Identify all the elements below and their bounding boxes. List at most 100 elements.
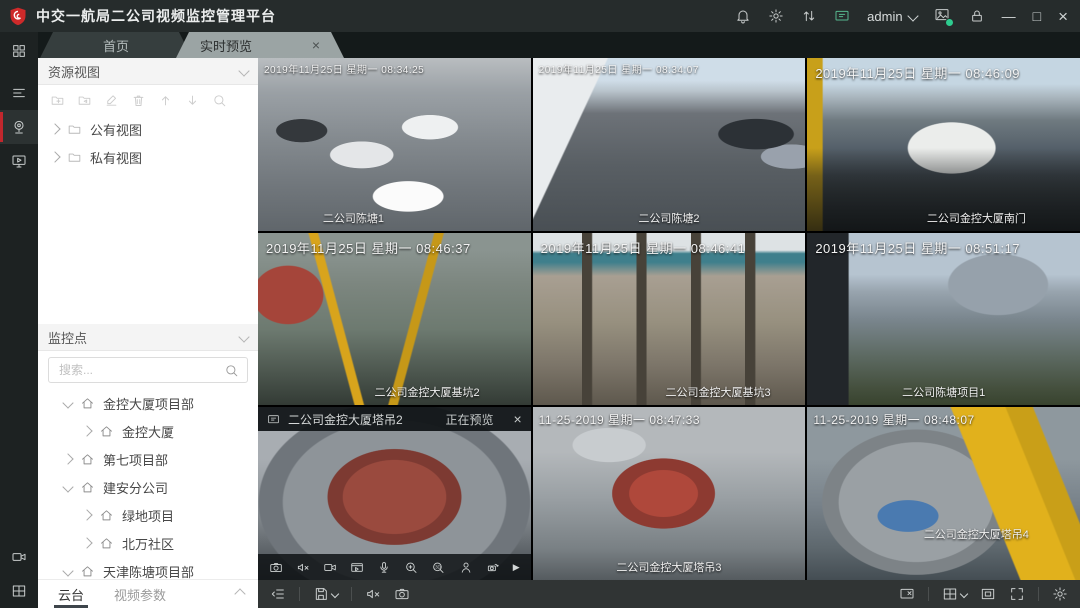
chevron-down-icon <box>907 10 918 21</box>
resource-view-header[interactable]: 资源视图 <box>38 58 258 85</box>
chevron-down-icon <box>238 65 249 76</box>
tree-item-private-views[interactable]: 私有视图 <box>38 143 258 171</box>
divider <box>928 587 929 601</box>
tab-video-params[interactable]: 视频参数 <box>114 580 166 608</box>
tree-item-label: 金控大厦 <box>122 422 174 441</box>
tab-ptz[interactable]: 云台 <box>58 580 84 608</box>
chevron-down-icon <box>62 565 73 576</box>
record-icon[interactable] <box>323 560 337 575</box>
search-icon[interactable] <box>224 363 239 378</box>
video-cell-3[interactable]: 2019年11月25日 星期一 08:46:09 二公司金控大厦南门 <box>807 58 1080 231</box>
save-view-button[interactable] <box>313 586 338 602</box>
resource-toolbar <box>38 85 258 115</box>
snapshot-all-icon[interactable] <box>394 586 410 602</box>
maximize-button[interactable]: □ <box>1033 9 1041 23</box>
more-arrow-icon[interactable]: ▶ <box>513 562 520 573</box>
video-cell-8[interactable]: 11-25-2019 星期一 08:47:33 二公司金控大厦塔吊3 <box>533 407 806 580</box>
tab-close-icon[interactable]: × <box>312 37 320 53</box>
close-all-screens-icon[interactable] <box>899 586 915 602</box>
video-cell-4[interactable]: 2019年11月25日 星期一 08:46:37 二公司金控大厦基坑2 <box>258 233 531 406</box>
live-view-camera-button[interactable] <box>0 110 38 144</box>
new-group-folder-icon[interactable] <box>50 93 65 108</box>
move-down-icon[interactable] <box>185 93 200 108</box>
tree-item-label: 私有视图 <box>90 148 142 167</box>
monitor-points-header[interactable]: 监控点 <box>38 324 258 351</box>
zoom-in-icon[interactable] <box>404 560 418 575</box>
video-cell-5[interactable]: 2019年11月25日 星期一 08:46:41 二公司金控大厦基坑3 <box>533 233 806 406</box>
tree-item-label: 北万社区 <box>122 534 174 553</box>
lock-screen-icon[interactable] <box>969 8 985 24</box>
tree-item-beiwan-community[interactable]: 北万社区 <box>38 529 258 557</box>
mute-icon[interactable] <box>296 560 310 575</box>
divider <box>1038 587 1039 601</box>
home-icon <box>80 396 95 411</box>
layout-select-button[interactable] <box>942 586 967 602</box>
left-icon-strip <box>0 32 38 608</box>
video-cell-9[interactable]: 11-25-2019 星期一 08:48:07 二公司金控大厦塔吊4 <box>807 407 1080 580</box>
tree-item-public-views[interactable]: 公有视图 <box>38 115 258 143</box>
tab-live-label: 实时预览 <box>200 36 252 55</box>
tree-item-jianan-branch[interactable]: 建安分公司 <box>38 473 258 501</box>
video-cell-2[interactable]: 2019年11月25日 星期一 08:34:07 二公司陈塘2 <box>533 58 806 231</box>
instant-playback-icon[interactable] <box>350 560 364 575</box>
add-screen-button[interactable] <box>0 574 38 608</box>
close-video-icon[interactable]: × <box>513 411 521 427</box>
ptz-control-icon[interactable] <box>486 560 500 575</box>
camera-name-label: 二公司金控大厦南门 <box>927 210 1026 226</box>
layout-grid-icon <box>942 586 958 602</box>
search-input[interactable] <box>57 362 218 378</box>
online-status-dot <box>945 18 954 27</box>
settings-gear-icon[interactable] <box>1052 586 1068 602</box>
fullscreen-icon[interactable] <box>1009 586 1025 602</box>
tree-item-greenland-project[interactable]: 绿地项目 <box>38 501 258 529</box>
apps-grid-button[interactable] <box>0 34 38 68</box>
camera-name-label: 二公司金控大厦塔吊4 <box>924 526 1029 542</box>
screen-status-icon[interactable] <box>834 8 850 24</box>
divider <box>351 587 352 601</box>
avatar[interactable] <box>934 7 952 25</box>
menu-list-button[interactable] <box>0 76 38 110</box>
minimize-button[interactable]: — <box>1002 9 1016 23</box>
search-icon[interactable] <box>212 93 227 108</box>
camera-name-label: 二公司陈塘2 <box>638 210 699 226</box>
new-view-folder-icon[interactable] <box>77 93 92 108</box>
tab-live-preview[interactable]: 实时预览 × <box>176 32 344 58</box>
audio-mute-icon[interactable] <box>365 586 381 602</box>
tab-home[interactable]: 首页 <box>40 32 192 58</box>
home-icon <box>99 508 114 523</box>
playback-button[interactable] <box>0 144 38 178</box>
stop-all-collapse-icon[interactable] <box>270 586 286 602</box>
video-timestamp: 11-25-2019 星期一 08:48:07 <box>813 411 974 428</box>
close-button[interactable]: × <box>1058 8 1068 25</box>
preset-position-icon[interactable] <box>459 560 473 575</box>
tree-item-label: 绿地项目 <box>122 506 174 525</box>
tree-item-seventh-project[interactable]: 第七项目部 <box>38 445 258 473</box>
settings-gear-icon[interactable] <box>768 8 784 24</box>
video-cell-7-selected[interactable]: 二公司金控大厦塔吊2 正在预览 × ▶ <box>258 407 531 580</box>
single-screen-icon[interactable] <box>980 586 996 602</box>
edit-icon[interactable] <box>104 93 119 108</box>
chevron-down-icon <box>960 590 968 598</box>
app-title: 中交一航局二公司视频监控管理平台 <box>36 6 276 26</box>
video-cell-6[interactable]: 2019年11月25日 星期一 08:51:17 二公司陈塘项目1 <box>807 233 1080 406</box>
move-up-icon[interactable] <box>158 93 173 108</box>
alarm-bell-icon[interactable] <box>735 8 751 24</box>
tree-item-jinkong-building[interactable]: 金控大厦 <box>38 417 258 445</box>
title-bar: 中交一航局二公司视频监控管理平台 admin — □ × <box>0 0 1080 32</box>
video-wall-button[interactable] <box>0 540 38 574</box>
tree-item-label: 公有视图 <box>90 120 142 139</box>
save-icon <box>313 586 329 602</box>
zoom-3d-icon[interactable] <box>431 560 445 575</box>
talk-mic-icon[interactable] <box>377 560 391 575</box>
data-transfer-icon[interactable] <box>801 8 817 24</box>
tree-item-jinkong-project[interactable]: 金控大厦项目部 <box>38 389 258 417</box>
camera-name-label: 二公司金控大厦塔吊3 <box>616 559 721 575</box>
video-cell-1[interactable]: 2019年11月25日 星期一 08:34:25 二公司陈塘1 <box>258 58 531 231</box>
user-menu[interactable]: admin <box>867 9 916 24</box>
delete-trash-icon[interactable] <box>131 93 146 108</box>
chevron-up-icon[interactable] <box>234 588 245 599</box>
monitor-icon <box>267 413 280 426</box>
snapshot-icon[interactable] <box>269 560 283 575</box>
tree-item-label: 第七项目部 <box>103 450 168 469</box>
preview-status-badge: 正在预览 <box>445 411 493 428</box>
